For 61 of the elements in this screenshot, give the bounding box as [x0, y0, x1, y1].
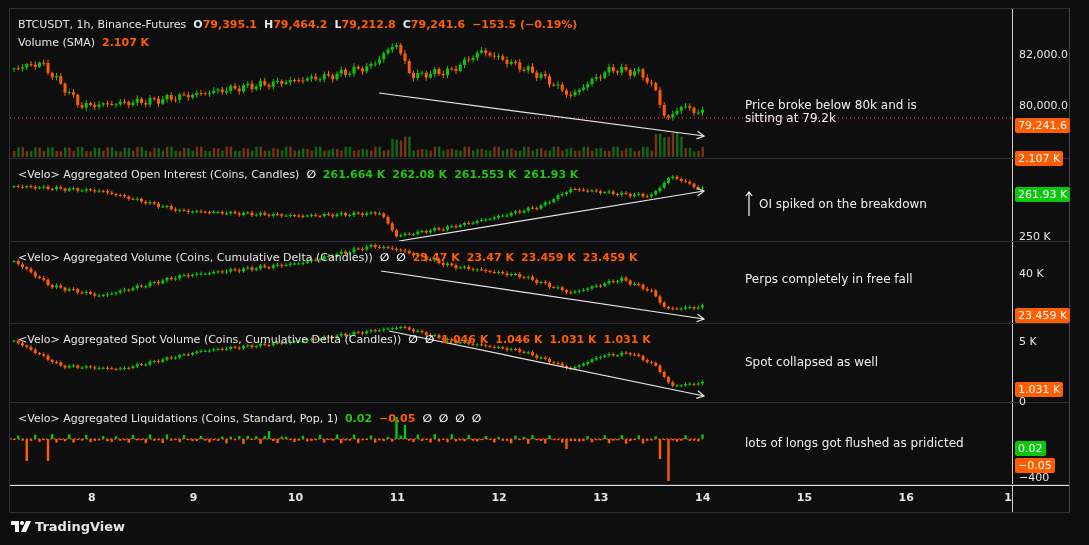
axis-label: 250 K	[1019, 230, 1051, 244]
indicator-title: <Velo> Aggregated Open Interest (Coins, Candles)	[18, 167, 300, 182]
indicator-value: 23.47 K	[466, 250, 514, 265]
axis-label: −400	[1019, 471, 1050, 485]
date-label: 8	[87, 490, 97, 506]
indicator-value: ∅	[408, 332, 418, 347]
indicator-value: 1.031 K	[603, 332, 651, 347]
value-tag: 261.93 K	[1015, 187, 1071, 202]
value-tag: 79,241.6	[1015, 118, 1070, 133]
price-change: −153.5 (−0.19%)	[472, 17, 578, 32]
value-tag: 0.02	[1015, 441, 1046, 456]
indicator-value: 0.02	[344, 411, 373, 426]
brand-name: TradingView	[35, 519, 126, 534]
indicator-value: ∅	[455, 411, 465, 426]
value-tag: 2.107 K	[1015, 151, 1064, 166]
indicator-value: −0.05	[379, 411, 416, 426]
annotation-text: Perps completely in free fall	[745, 272, 913, 286]
date-label: 13	[592, 490, 610, 506]
annotation-text: Spot collapsed as well	[745, 355, 879, 369]
ohlc-value: H79,464.2	[263, 17, 328, 32]
date-label: 1	[1003, 490, 1013, 506]
ohlc-value: C79,241.6	[402, 17, 466, 32]
indicator-title: <Velo> Aggregated Liquidations (Coins, Standard, Pop, 1)	[18, 411, 338, 426]
indicator-value: ∅	[379, 250, 390, 265]
indicator-value: 23.459 K	[582, 250, 638, 265]
indicator-value: ∅	[396, 250, 406, 265]
indicator-value: 261.553 K	[454, 167, 517, 182]
date-label: 11	[388, 490, 406, 506]
value-tag: 23.459 K	[1015, 308, 1071, 323]
ohlc-value: L79,212.8	[334, 17, 396, 32]
tradingview-logo-icon	[11, 521, 31, 532]
indicator-value: 262.08 K	[392, 167, 448, 182]
ohlc-value: O79,395.1	[193, 17, 257, 32]
date-label: 10	[286, 490, 305, 506]
axis-label: 0	[1019, 395, 1026, 409]
indicator-value: 2.107 K	[102, 35, 150, 50]
axis-label: 40 K	[1019, 267, 1044, 281]
indicator-value: ∅	[306, 167, 316, 182]
date-label: 9	[188, 490, 199, 506]
annotation-text: lots of longs got flushed as pridicted	[745, 436, 964, 450]
date-label: 14	[694, 490, 712, 506]
value-tag: 1.031 K	[1015, 382, 1064, 397]
indicator-value: ∅	[471, 411, 482, 426]
axis-label: 80,000.0	[1019, 99, 1068, 113]
indicator-value: ∅	[438, 411, 449, 426]
annotation-text: OI spiked on the breakdown	[759, 197, 927, 211]
date-label: 12	[490, 490, 508, 506]
indicator-value: 1.031 K	[549, 332, 597, 347]
date-label: 16	[897, 490, 915, 506]
indicator-value: 261.664 K	[322, 167, 386, 182]
axis-label: 5 K	[1019, 335, 1037, 349]
indicator-value: 261.93 K	[523, 167, 579, 182]
indicator-title: Volume (SMA)	[18, 35, 95, 50]
symbol-title: BTCUSDT, 1h, Binance-Futures	[18, 17, 187, 32]
value-tag: −0.05	[1015, 458, 1055, 473]
indicator-value: 23.459 K	[520, 250, 576, 265]
axis-label: 82,000.0	[1019, 48, 1068, 62]
indicator-value: 1.046 K	[495, 332, 543, 347]
date-label: 15	[795, 490, 814, 506]
indicator-value: ∅	[422, 411, 432, 426]
annotation-text: Price broke below 80k and is sitting at 79.2k	[745, 99, 918, 125]
